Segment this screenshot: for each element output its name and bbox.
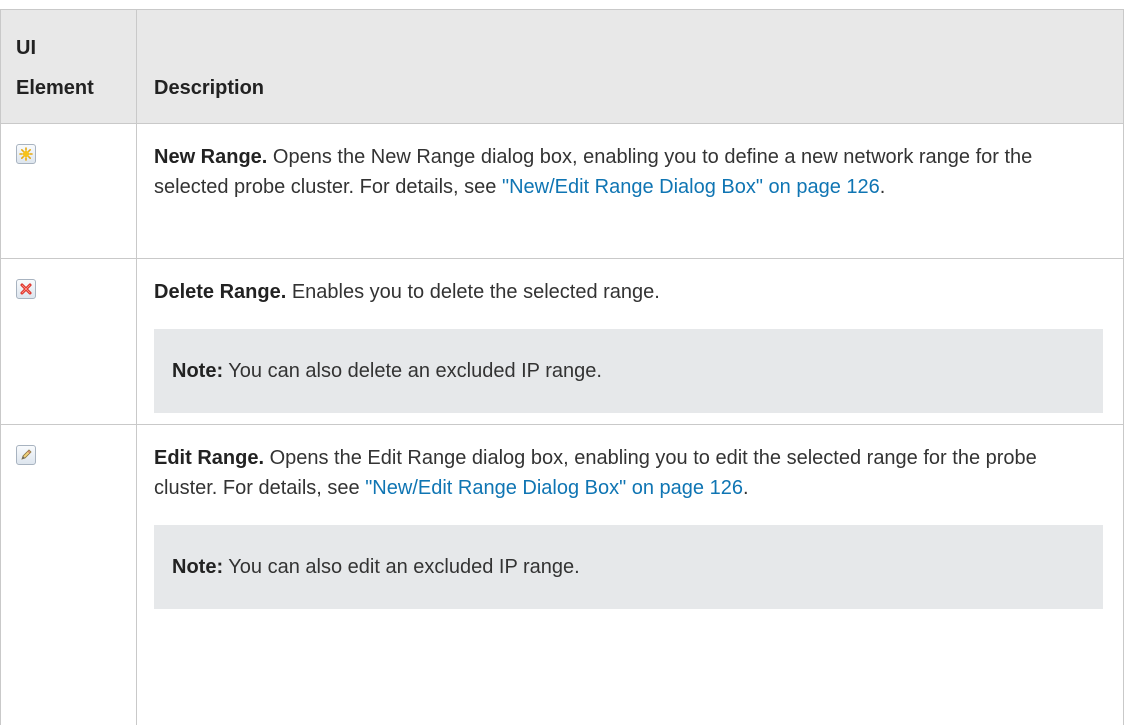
header-description: Description <box>137 10 1124 123</box>
header-ui-element: UI Element <box>0 10 137 123</box>
item-tail: . <box>879 176 886 198</box>
note-box: Note: You can also edit an excluded IP r… <box>154 525 1103 609</box>
note-text: You can also delete an excluded IP range… <box>223 360 602 382</box>
note-box: Note: You can also delete an excluded IP… <box>154 329 1103 413</box>
new-range-icon <box>16 144 36 164</box>
table-row-delete-range: Delete Range. Enables you to delete the … <box>0 259 1124 425</box>
header-ui-line1: UI <box>16 37 36 59</box>
description-cell: Delete Range. Enables you to delete the … <box>137 259 1124 424</box>
delete-range-icon <box>16 279 36 299</box>
item-tail: . <box>742 477 749 499</box>
description-cell: New Range. Opens the New Range dialog bo… <box>137 124 1124 258</box>
icon-cell <box>0 425 137 725</box>
icon-cell <box>0 259 137 424</box>
item-title: Delete Range. <box>154 281 287 303</box>
table-row-new-range: New Range. Opens the New Range dialog bo… <box>0 124 1124 259</box>
edit-range-icon <box>16 445 36 465</box>
table-row-edit-range: Edit Range. Opens the Edit Range dialog … <box>0 425 1124 725</box>
note-label: Note: <box>172 360 224 382</box>
note-label: Note: <box>172 556 224 578</box>
new-edit-range-link[interactable]: "New/Edit Range Dialog Box" on page 126 <box>502 176 880 198</box>
description-cell: Edit Range. Opens the Edit Range dialog … <box>137 425 1124 725</box>
table-header-row: UI Element Description <box>0 10 1124 124</box>
item-title: Edit Range. <box>154 447 265 469</box>
new-edit-range-link[interactable]: "New/Edit Range Dialog Box" on page 126 <box>365 477 743 499</box>
icon-cell <box>0 124 137 258</box>
note-text: You can also edit an excluded IP range. <box>223 556 580 578</box>
ui-element-table: UI Element Description New Range. Opens … <box>0 9 1124 725</box>
header-ui-line2: Element <box>16 77 94 99</box>
item-text: Enables you to delete the selected range… <box>286 281 660 303</box>
item-title: New Range. <box>154 146 268 168</box>
